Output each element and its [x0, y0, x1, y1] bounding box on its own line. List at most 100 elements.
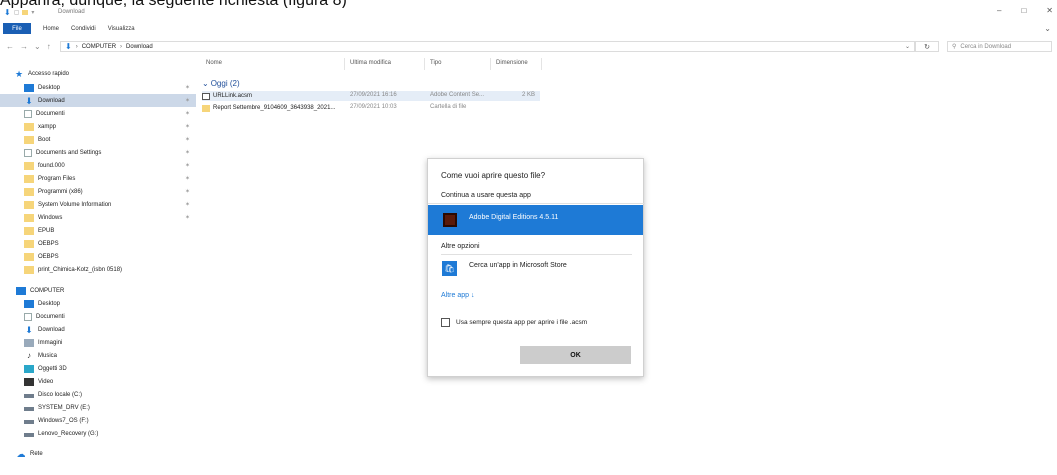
always-use-checkbox[interactable]: Usa sempre questa app per aprire i file … [441, 318, 587, 327]
sidebar-item-quick-access[interactable]: ★ Accesso rapido [14, 67, 210, 80]
tab-share[interactable]: Condividi [71, 26, 96, 32]
folder-icon[interactable] [22, 10, 29, 15]
sidebar-item-label: Desktop [38, 300, 61, 307]
sidebar-item-programmi-x86[interactable]: Programmi (x86) ✶ [0, 185, 196, 198]
pin-icon[interactable]: ✶ [185, 97, 190, 104]
sidebar-item-system-volume-information[interactable]: System Volume Information ✶ [0, 198, 196, 211]
column-divider[interactable] [344, 58, 345, 70]
column-header-type[interactable]: Tipo [430, 60, 441, 70]
pin-icon[interactable]: ✶ [185, 214, 190, 221]
sidebar-item-epub[interactable]: EPUB [0, 224, 196, 237]
sidebar-item-label: Boot [38, 136, 51, 143]
pin-icon[interactable]: ✶ [185, 175, 190, 182]
breadcrumb-download[interactable]: Download [126, 44, 153, 50]
sidebar-item-drive-g[interactable]: Lenovo_Recovery (G:) [0, 427, 196, 440]
close-button[interactable]: ✕ [1046, 6, 1053, 15]
app-option-microsoft-store[interactable]: 🛍 Cerca un'app in Microsoft Store [441, 260, 631, 282]
sidebar-item-found[interactable]: found.000 ✶ [0, 159, 196, 172]
download-icon[interactable]: ⬇ [4, 8, 11, 17]
sidebar-item-drive-f[interactable]: Windows7_OS (F:) [0, 414, 196, 427]
chevron-down-icon[interactable]: ▾ [31, 9, 34, 16]
sidebar-item-download[interactable]: ⬇ Download ✶ [0, 94, 196, 107]
tab-home[interactable]: Home [43, 26, 59, 32]
folder-icon [24, 265, 34, 274]
recent-locations-icon[interactable]: ⌄ [34, 42, 41, 51]
pin-icon[interactable]: ✶ [185, 162, 190, 169]
objects-3d-icon [24, 364, 34, 373]
pin-icon[interactable]: ✶ [185, 123, 190, 130]
divider [441, 254, 632, 255]
ribbon-expand-icon[interactable]: ⌄ [1044, 24, 1051, 33]
sidebar-item-drive-c[interactable]: Disco locale (C:) [0, 388, 196, 401]
file-type: Adobe Content Se... [430, 92, 485, 98]
folder-icon [24, 200, 34, 209]
chevron-down-icon[interactable]: ⌄ [905, 43, 910, 50]
sidebar-item-label: print_Chimica-Kotz_(isbn 0518) [38, 266, 123, 273]
sidebar-item-pictures[interactable]: Immagini [0, 336, 196, 349]
breadcrumb-computer[interactable]: COMPUTER [82, 44, 116, 50]
sidebar-item-drive-e[interactable]: SYSTEM_DRV (E:) [0, 401, 196, 414]
folder-icon [24, 122, 34, 131]
tab-view[interactable]: Visualizza [108, 26, 135, 32]
column-divider[interactable] [541, 58, 542, 70]
refresh-button[interactable]: ↻ [915, 41, 939, 52]
sidebar-item-print-chimica-kotz[interactable]: print_Chimica-Kotz_(isbn 0518) [0, 263, 196, 276]
sidebar-item-windows[interactable]: Windows ✶ [0, 211, 196, 224]
pin-icon[interactable]: ✶ [185, 188, 190, 195]
checkbox-box[interactable] [441, 318, 450, 327]
minimize-button[interactable]: – [997, 6, 1001, 15]
chevron-down-icon: ⌄ [202, 78, 209, 88]
refresh-icon: ↻ [924, 43, 930, 51]
app-option-adobe-digital-editions[interactable]: Adobe Digital Editions 4.5.11 [428, 205, 643, 235]
pin-icon[interactable]: ✶ [185, 84, 190, 91]
navigation-pane: ★ Accesso rapido Desktop ✶ ⬇ Download ✶ … [0, 62, 198, 475]
column-divider[interactable] [424, 58, 425, 70]
sidebar-item-boot[interactable]: Boot ✶ [0, 133, 196, 146]
checkbox-label: Usa sempre questa app per aprire i file … [456, 319, 588, 326]
column-header-name[interactable]: Nome [206, 60, 222, 70]
sidebar-item-3d-objects[interactable]: Oggetti 3D [0, 362, 196, 375]
sidebar-item-computer[interactable]: COMPUTER [0, 284, 196, 297]
forward-icon[interactable]: → [20, 42, 28, 51]
pin-icon[interactable]: ✶ [185, 136, 190, 143]
sidebar-item-documents[interactable]: Documenti ✶ [0, 107, 196, 120]
pin-icon[interactable]: ✶ [185, 110, 190, 117]
sidebar-item-video[interactable]: Video [0, 375, 196, 388]
sidebar-item-xampp[interactable]: xampp ✶ [0, 120, 196, 133]
document-icon [24, 312, 32, 321]
breadcrumb[interactable]: ⬇ › COMPUTER › Download ⌄ [60, 41, 915, 52]
pin-icon[interactable]: ✶ [185, 201, 190, 208]
folder-icon [24, 174, 34, 183]
sidebar-item-documents-and-settings[interactable]: Documents and Settings ✶ [0, 146, 196, 159]
sidebar-item-oebps[interactable]: OEBPS [0, 237, 196, 250]
navigation-buttons: ← → ⌄ ↑ [6, 42, 51, 51]
sidebar-item-download-2[interactable]: ⬇ Download [0, 323, 196, 336]
search-input[interactable]: ⚲ Cerca in Download [947, 41, 1052, 52]
back-icon[interactable]: ← [6, 42, 14, 51]
up-icon[interactable]: ↑ [47, 42, 51, 51]
column-divider[interactable] [490, 58, 491, 70]
column-header-size[interactable]: Dimensione [496, 60, 528, 70]
sidebar-item-program-files[interactable]: Program Files ✶ [0, 172, 196, 185]
sidebar-item-music[interactable]: ♪ Musica [0, 349, 196, 362]
table-row[interactable]: URLLink.acsm 27/09/2021 16:16 Adobe Cont… [202, 91, 540, 101]
ok-button[interactable]: OK [520, 346, 631, 364]
sidebar-item-desktop-2[interactable]: Desktop [0, 297, 196, 310]
sidebar-item-label: OEBPS [38, 253, 59, 260]
table-row[interactable]: Report Settembre_9104609_3643938_2021...… [202, 103, 540, 113]
maximize-button[interactable]: □ [1021, 6, 1026, 15]
open-with-dialog: Come vuoi aprire questo file? Continua a… [427, 158, 645, 377]
sidebar-item-oebps-2[interactable]: OEBPS [0, 250, 196, 263]
column-header-modified[interactable]: Ultima modifica [350, 60, 391, 70]
more-apps-link[interactable]: Altre app ↓ [441, 292, 474, 299]
sidebar-item-network[interactable]: ☁ Rete [0, 447, 196, 460]
folder-icon [202, 104, 210, 112]
pin-icon[interactable]: ✶ [185, 149, 190, 156]
sidebar-item-desktop[interactable]: Desktop ✶ [0, 81, 196, 94]
sidebar-item-label: Documents and Settings [36, 149, 102, 156]
search-icon: ⚲ [952, 44, 957, 50]
group-header-today[interactable]: ⌄ Oggi (2) [202, 78, 272, 88]
tab-file[interactable]: File [3, 23, 31, 34]
sidebar-item-documents-2[interactable]: Documenti [0, 310, 196, 323]
properties-icon[interactable]: ▢ [14, 9, 20, 16]
